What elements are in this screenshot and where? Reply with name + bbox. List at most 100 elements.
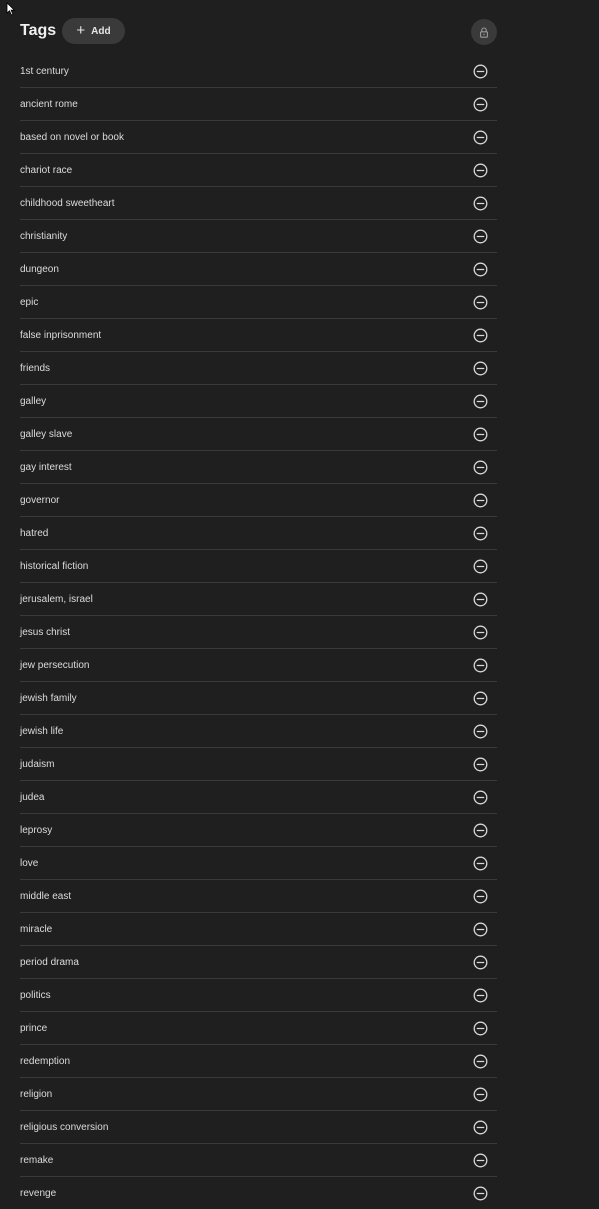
minus-circle-icon [473, 658, 488, 673]
remove-tag-button[interactable] [473, 493, 488, 508]
tag-label: ancient rome [20, 99, 78, 110]
remove-tag-button[interactable] [473, 1153, 488, 1168]
tag-row: period drama [20, 946, 497, 979]
remove-tag-button[interactable] [473, 757, 488, 772]
tag-label: gay interest [20, 462, 72, 473]
minus-circle-icon [473, 361, 488, 376]
tag-label: christianity [20, 231, 68, 242]
remove-tag-button[interactable] [473, 526, 488, 541]
minus-circle-icon [473, 526, 488, 541]
minus-circle-icon [473, 856, 488, 871]
remove-tag-button[interactable] [473, 922, 488, 937]
remove-tag-button[interactable] [473, 691, 488, 706]
tag-row: jew persecution [20, 649, 497, 682]
remove-tag-button[interactable] [473, 955, 488, 970]
minus-circle-icon [473, 592, 488, 607]
remove-tag-button[interactable] [473, 229, 488, 244]
tag-row: dungeon [20, 253, 497, 286]
tag-label: jerusalem, israel [20, 594, 93, 605]
minus-circle-icon [473, 295, 488, 310]
remove-tag-button[interactable] [473, 1120, 488, 1135]
remove-tag-button[interactable] [473, 1021, 488, 1036]
remove-tag-button[interactable] [473, 823, 488, 838]
tags-panel: Tags + Add 1st century ancient rome based … [0, 0, 599, 1201]
lock-button[interactable] [471, 19, 497, 45]
remove-tag-button[interactable] [473, 658, 488, 673]
remove-tag-button[interactable] [473, 724, 488, 739]
minus-circle-icon [473, 1153, 488, 1168]
tag-row: jewish family [20, 682, 497, 715]
tag-row: hatred [20, 517, 497, 550]
remove-tag-button[interactable] [473, 1186, 488, 1201]
remove-tag-button[interactable] [473, 790, 488, 805]
tag-label: childhood sweetheart [20, 198, 115, 209]
tag-label: 1st century [20, 66, 69, 77]
remove-tag-button[interactable] [473, 97, 488, 112]
tag-row: jerusalem, israel [20, 583, 497, 616]
remove-tag-button[interactable] [473, 295, 488, 310]
remove-tag-button[interactable] [473, 592, 488, 607]
remove-tag-button[interactable] [473, 460, 488, 475]
minus-circle-icon [473, 1087, 488, 1102]
remove-tag-button[interactable] [473, 625, 488, 640]
minus-circle-icon [473, 1186, 488, 1201]
tag-label: prince [20, 1023, 48, 1034]
tag-row: leprosy [20, 814, 497, 847]
tag-row: 1st century [20, 55, 497, 88]
tag-label: religious conversion [20, 1122, 109, 1133]
remove-tag-button[interactable] [473, 64, 488, 79]
tag-row: gay interest [20, 451, 497, 484]
minus-circle-icon [473, 757, 488, 772]
minus-circle-icon [473, 196, 488, 211]
minus-circle-icon [473, 823, 488, 838]
remove-tag-button[interactable] [473, 988, 488, 1003]
remove-tag-button[interactable] [473, 1054, 488, 1069]
minus-circle-icon [473, 988, 488, 1003]
remove-tag-button[interactable] [473, 262, 488, 277]
minus-circle-icon [473, 460, 488, 475]
minus-circle-icon [473, 394, 488, 409]
minus-circle-icon [473, 955, 488, 970]
remove-tag-button[interactable] [473, 1087, 488, 1102]
remove-tag-button[interactable] [473, 559, 488, 574]
minus-circle-icon [473, 97, 488, 112]
remove-tag-button[interactable] [473, 163, 488, 178]
tag-row: middle east [20, 880, 497, 913]
tag-row: ancient rome [20, 88, 497, 121]
plus-icon: + [76, 22, 86, 39]
tag-label: false inprisonment [20, 330, 102, 341]
remove-tag-button[interactable] [473, 889, 488, 904]
tag-label: jesus christ [20, 627, 71, 638]
minus-circle-icon [473, 1021, 488, 1036]
tag-row: governor [20, 484, 497, 517]
tag-row: politics [20, 979, 497, 1012]
tag-row: galley [20, 385, 497, 418]
tag-label: leprosy [20, 825, 53, 836]
minus-circle-icon [473, 559, 488, 574]
tag-label: middle east [20, 891, 72, 902]
tag-label: dungeon [20, 264, 59, 275]
tag-row: religious conversion [20, 1111, 497, 1144]
add-tag-button[interactable]: + Add [62, 18, 125, 44]
remove-tag-button[interactable] [473, 130, 488, 145]
remove-tag-button[interactable] [473, 328, 488, 343]
tag-label: love [20, 858, 39, 869]
tag-label: period drama [20, 957, 79, 968]
tag-row: redemption [20, 1045, 497, 1078]
tag-label: redemption [20, 1056, 71, 1067]
remove-tag-button[interactable] [473, 856, 488, 871]
remove-tag-button[interactable] [473, 196, 488, 211]
remove-tag-button[interactable] [473, 427, 488, 442]
tag-row: friends [20, 352, 497, 385]
tag-label: historical fiction [20, 561, 89, 572]
minus-circle-icon [473, 625, 488, 640]
minus-circle-icon [473, 130, 488, 145]
minus-circle-icon [473, 328, 488, 343]
tag-label: judea [20, 792, 45, 803]
remove-tag-button[interactable] [473, 394, 488, 409]
minus-circle-icon [473, 889, 488, 904]
minus-circle-icon [473, 1054, 488, 1069]
tag-row: revenge [20, 1177, 497, 1209]
remove-tag-button[interactable] [473, 361, 488, 376]
tag-row: historical fiction [20, 550, 497, 583]
